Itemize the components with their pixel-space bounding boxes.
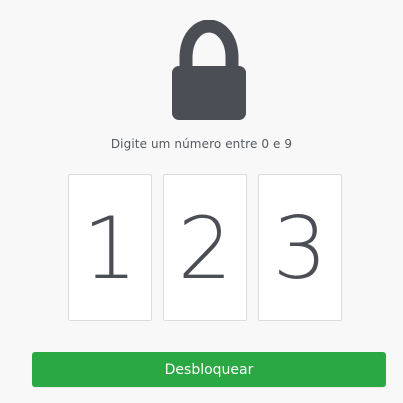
- unlock-button[interactable]: Desbloquear: [32, 352, 386, 387]
- digit-picker-1[interactable]: 1: [68, 174, 152, 321]
- digit-picker-2[interactable]: 2: [163, 174, 247, 321]
- instruction-text: Digite um número entre 0 e 9: [110, 137, 293, 151]
- digit-picker-3[interactable]: 3: [258, 174, 342, 321]
- digit-value: 2: [177, 198, 233, 299]
- digit-value: 3: [272, 198, 328, 299]
- digit-value: 1: [82, 198, 138, 299]
- lock-icon: [172, 20, 246, 120]
